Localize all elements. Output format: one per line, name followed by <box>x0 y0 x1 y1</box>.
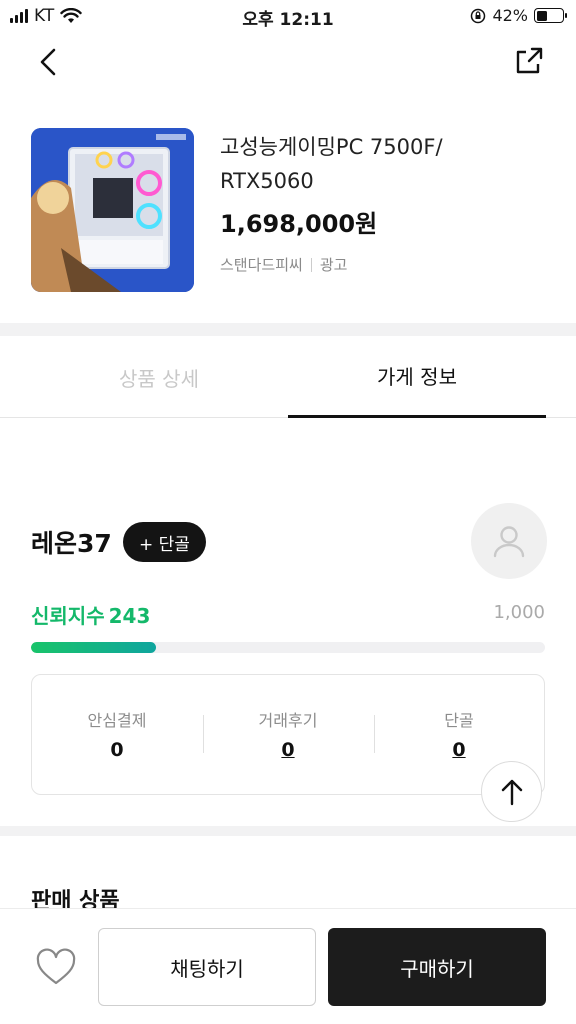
tab-bar: 상품 상세 가게 정보 <box>0 336 576 418</box>
product-name[interactable]: 고성능게이밍PC 7500F/ RTX5060 <box>220 130 540 198</box>
stat-value: 0 <box>110 739 124 761</box>
add-regular-label: + 단골 <box>139 534 190 555</box>
trust-index-value: 243 <box>108 604 151 628</box>
stat-value[interactable]: 0 <box>203 739 373 761</box>
trust-progress-bar <box>31 642 545 653</box>
top-nav <box>0 34 576 90</box>
store-name: 레온37 <box>31 529 112 558</box>
ad-label: 광고 <box>319 256 348 274</box>
arrow-up-icon <box>501 779 522 805</box>
seller-name[interactable]: 스탠다드피씨 <box>220 254 303 275</box>
buy-button[interactable]: 구매하기 <box>328 928 546 1006</box>
stat-reviews[interactable]: 거래후기 0 <box>203 707 373 761</box>
page: KT 오후 12:11 42% 고성능게이밍PC 7500F/ RTX5060 … <box>0 0 576 1024</box>
heart-button[interactable] <box>34 946 78 990</box>
status-bar: KT 오후 12:11 42% <box>0 0 576 34</box>
pc-case-image <box>31 128 194 292</box>
share-button[interactable] <box>512 44 546 78</box>
bottom-action-bar: 채팅하기 구매하기 <box>0 908 576 1024</box>
stat-value[interactable]: 0 <box>374 739 544 761</box>
meta-divider <box>310 257 312 272</box>
battery-percent: 42% <box>492 6 528 25</box>
stat-label: 거래후기 <box>258 711 318 730</box>
add-regular-button[interactable]: + 단골 <box>123 522 206 562</box>
trust-index-label: 신뢰지수 <box>31 604 105 628</box>
product-thumbnail[interactable] <box>31 128 194 292</box>
trust-index-max: 1,000 <box>493 602 545 623</box>
avatar[interactable] <box>471 503 547 579</box>
scroll-to-top-button[interactable] <box>481 761 542 822</box>
battery-fill <box>536 10 547 21</box>
buy-button-label: 구매하기 <box>400 956 474 981</box>
chat-button[interactable]: 채팅하기 <box>98 928 316 1006</box>
trust-index: 신뢰지수 243 <box>31 600 150 629</box>
chat-button-label: 채팅하기 <box>170 956 244 981</box>
sales-products-title: 판매 상품 <box>31 889 120 909</box>
stat-label: 안심결제 <box>87 711 147 730</box>
tab-store-info[interactable]: 가게 정보 <box>288 336 546 418</box>
product-card[interactable]: 고성능게이밍PC 7500F/ RTX5060 1,698,000원 스탠다드피… <box>31 128 551 294</box>
section-divider <box>0 826 576 836</box>
trust-progress-fill <box>31 642 156 653</box>
product-meta: 스탠다드피씨 광고 <box>220 254 347 275</box>
status-right: 42% <box>470 6 567 25</box>
tab-product-detail[interactable]: 상품 상세 <box>30 336 288 418</box>
section-divider <box>0 323 576 336</box>
back-button[interactable] <box>32 46 64 78</box>
stat-regulars[interactable]: 단골 0 <box>374 707 544 761</box>
stat-label: 단골 <box>444 711 474 730</box>
stat-safe-payment: 안심결제 0 <box>32 707 202 761</box>
rotation-lock-icon <box>471 8 486 23</box>
store-stats: 안심결제 0 거래후기 0 단골 0 <box>31 674 545 795</box>
product-price: 1,698,000원 <box>220 210 378 238</box>
battery-icon <box>534 8 567 23</box>
user-icon <box>493 526 525 558</box>
